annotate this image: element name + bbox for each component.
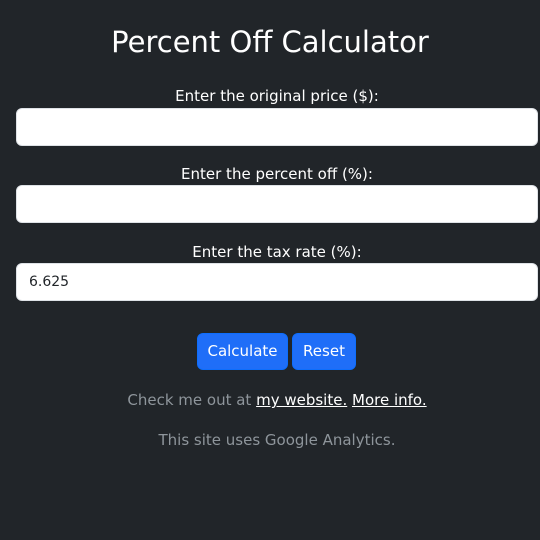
page-title: Percent Off Calculator [111,25,429,59]
percent-off-label: Enter the percent off (%): [181,165,373,183]
tax-rate-label: Enter the tax rate (%): [192,243,362,261]
tax-rate-input[interactable] [16,263,538,301]
my-website-link[interactable]: my website. [256,391,347,409]
analytics-note: This site uses Google Analytics. [158,431,396,449]
calculate-button[interactable]: Calculate [197,333,288,370]
reset-button[interactable]: Reset [292,333,356,370]
original-price-input[interactable] [16,108,538,146]
check-me-out-line: Check me out at my website. More info. [0,390,540,410]
calculator-page: Percent Off Calculator Enter the origina… [0,0,540,540]
check-me-out-text: Check me out at [127,391,252,409]
more-info-link[interactable]: More info. [352,391,427,409]
percent-off-input[interactable] [16,185,538,223]
original-price-label: Enter the original price ($): [175,87,379,105]
